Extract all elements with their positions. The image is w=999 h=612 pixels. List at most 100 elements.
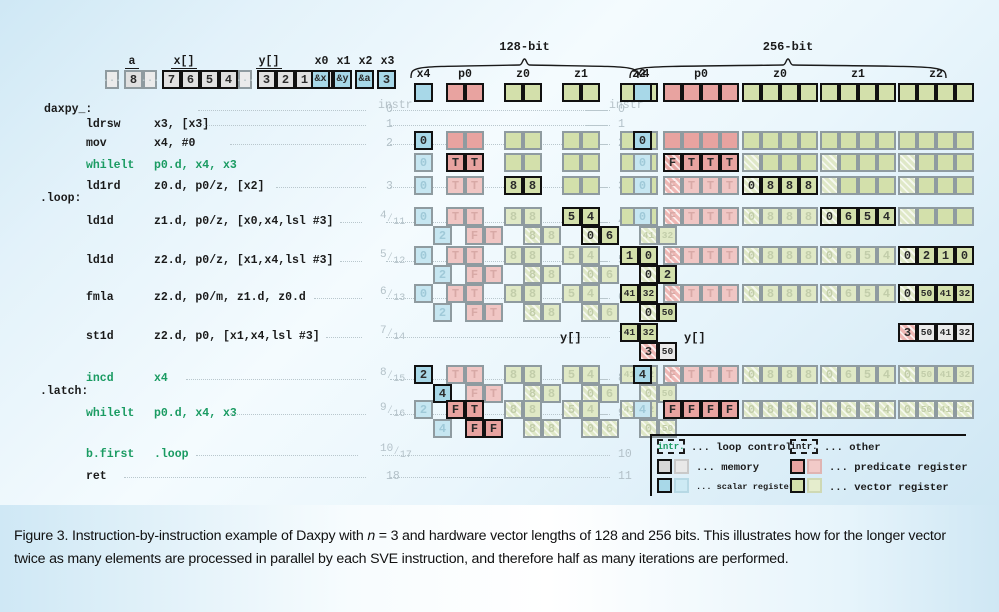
memory-cell-x-0: 7 [162, 70, 181, 89]
grid128-whilelt2-p0-1: T [465, 400, 484, 419]
leader-dots-4 [340, 222, 362, 223]
grid256-ld1d-z2-p0-2: T [701, 246, 720, 265]
code-mnemonic-4: ld1rd [86, 180, 121, 193]
grid256-ld1d-z2-z1-0: 0 [820, 246, 839, 265]
leader-dots-8 [186, 379, 366, 380]
grid128-whilelt2-z0-it2-0: 8 [523, 419, 542, 438]
leader-dots-1 [198, 125, 366, 126]
code-operands-4: z0.d, p0/z, [x2] [154, 180, 265, 193]
code-mnemonic-7: ld1d [86, 254, 114, 267]
grid128-fmla-z2-0: 41 [620, 284, 639, 303]
grid128-fmla-z1-it2-0: 0 [581, 303, 600, 322]
grid256-whilelt-z0-3 [799, 153, 818, 172]
row-dots-256-0 [585, 110, 607, 111]
instr-num-256-0: 0 [618, 103, 625, 116]
legend-loop-control-label: ... loop control [691, 442, 792, 454]
grid256-mov-z0-2 [780, 131, 799, 150]
code-mnemonic-12: whilelt [86, 407, 135, 420]
legend-memory-swatch-light [674, 459, 689, 474]
init-256-z1-3 [877, 83, 896, 102]
grid256-whilelt2-z1-3: 4 [877, 400, 896, 419]
grid128-whilelt-p0-1: T [465, 153, 484, 172]
code-operands-3: p0.d, x4, x3 [154, 159, 237, 172]
grid128-ld1d-z2-z1-0: 5 [562, 246, 581, 265]
grid128-ld1d-z2-z0-it2-0: 8 [523, 265, 542, 284]
grid256-ld1d-z1-p0-3: T [720, 207, 739, 226]
grid128-whilelt2-z1-0: 5 [562, 400, 581, 419]
grid128-whilelt2-z1-1: 4 [581, 400, 600, 419]
grid256-ld1rd-z1-3 [877, 176, 896, 195]
leader-dots-9 [230, 414, 366, 415]
instr-num-128-7: 7⁄14 [380, 325, 406, 343]
grid256-whilelt-z2-2 [936, 153, 955, 172]
grid256-ld1d-z1-z2-3 [955, 207, 974, 226]
grid256-ld1d-z1-z1-0: 0 [820, 207, 839, 226]
grid256-fmla-z2-0: 0 [898, 284, 917, 303]
memory-label-a: a [125, 55, 139, 69]
grid128-ld1d-z2-z1-1: 4 [581, 246, 600, 265]
grid256-whilelt2-z2-2: 41 [936, 400, 955, 419]
grid256-fmla-z0-0: 0 [742, 284, 761, 303]
grid256-mov-p0-1 [682, 131, 701, 150]
code-operands-9: z2.d, p0, [x1,x4,lsl #3] [154, 330, 320, 343]
memory-ellipsis: ... [103, 70, 121, 89]
legend-loop-control-icon: intr. [657, 439, 685, 454]
init-256-z0-3 [799, 83, 818, 102]
grid128-ld1d-z2-z0-it2-1: 8 [542, 265, 561, 284]
scalar-reg-0: &x [311, 70, 330, 89]
grid256-whilelt2-z1-1: 6 [839, 400, 858, 419]
grid128-ld1rd-p0-1: T [465, 176, 484, 195]
leader-dots-0 [198, 110, 366, 111]
init-256-z2-2 [936, 83, 955, 102]
init-128-x4 [414, 83, 433, 102]
grid256-ld1rd-p0-2: T [701, 176, 720, 195]
grid256-incd-z1-2: 5 [858, 365, 877, 384]
grid256-fmla-z1-2: 5 [858, 284, 877, 303]
grid128-ld1d-z1-x4: 0 [414, 207, 433, 226]
grid128-ld1d-z1-z2-it2-0: 41 [639, 226, 658, 245]
grid256-whilelt2-z1-2: 5 [858, 400, 877, 419]
grid256-ld1d-z2-p0-3: T [720, 246, 739, 265]
legend-memory-swatch-dark [657, 459, 672, 474]
grid128-ld1d-z1-p0-it2-0: F [465, 226, 484, 245]
grid256-whilelt-z0-0 [742, 153, 761, 172]
memory-cell-x-3: 4 [219, 70, 238, 89]
instr-num-256-11: 11 [618, 470, 632, 483]
grid256-mov-x4: 0 [633, 131, 652, 150]
grid128-ld1d-z2-z1-it2-1: 6 [600, 265, 619, 284]
grid128-ld1d-z1-p0-it2-1: T [484, 226, 503, 245]
grid128-mov-x4: 0 [414, 131, 433, 150]
reg-header-256-p0: p0 [694, 68, 708, 81]
instr-num-128-5: 5⁄12 [380, 249, 406, 267]
grid256-incd-p0-3: T [720, 365, 739, 384]
grid128-ld1d-z1-z0-0: 8 [504, 207, 523, 226]
grid128-incd-x4: 2 [414, 365, 433, 384]
grid256-fmla-z0-2: 8 [780, 284, 799, 303]
reg-header-128-z1: z1 [574, 68, 588, 81]
init-256-p0-0 [663, 83, 682, 102]
leader-dots-mid-10 [382, 455, 610, 456]
grid256-whilelt2-z0-1: 8 [761, 400, 780, 419]
init-128-z1-0 [562, 83, 581, 102]
grid256-ld1d-z1-p0-1: T [682, 207, 701, 226]
grid128-whilelt-z0-1 [523, 153, 542, 172]
grid128-incd-p0-0: T [446, 365, 465, 384]
grid128-ld1rd-z1-1 [581, 176, 600, 195]
grid128-whilelt2-z1-it2-1: 6 [600, 419, 619, 438]
grid256-ld1d-z2-z2-0: 0 [898, 246, 917, 265]
grid128-ld1d-z2-z0-1: 8 [523, 246, 542, 265]
grid128-fmla-z2-it2-0: 0 [639, 303, 658, 322]
grid128-ld1rd-z1-0 [562, 176, 581, 195]
grid256-mov-z2-2 [936, 131, 955, 150]
caption-panel: Figure 3. Instruction-by-instruction exa… [0, 505, 999, 612]
code-mnemonic-10: incd [86, 372, 114, 385]
code-mnemonic-1: ldrsw [86, 118, 121, 131]
grid256-ld1rd-z1-2 [858, 176, 877, 195]
grid128-incd-z1-0: 5 [562, 365, 581, 384]
grid128-mov-p0-0 [446, 131, 465, 150]
grid256-mov-z0-0 [742, 131, 761, 150]
grid256-ld1d-z2-p0-1: T [682, 246, 701, 265]
instr-num-128-6: 6⁄13 [380, 286, 406, 304]
grid256-incd-p0-0: F [663, 365, 682, 384]
grid128-ld1d-z2-p0-0: T [446, 246, 465, 265]
